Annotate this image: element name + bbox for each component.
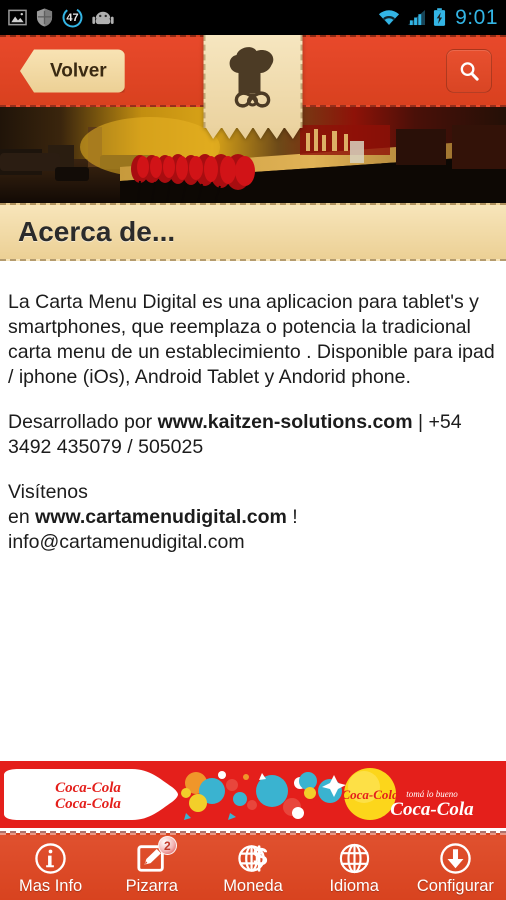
signal-icon: [408, 9, 426, 26]
info-circle-icon: [34, 841, 67, 875]
svg-text:Coca-Cola: Coca-Cola: [55, 780, 121, 796]
coca-cola-ad-banner[interactable]: Coca-Cola Coca-Cola Coca-Cola tomá lo bu…: [0, 761, 506, 828]
image-icon: [8, 9, 27, 26]
nav-label-idioma: Idioma: [329, 877, 379, 895]
globe-icon: [338, 841, 371, 875]
page-title: Acerca de...: [0, 203, 506, 261]
nav-label-moneda: Moneda: [223, 877, 283, 895]
pizarra-badge: 2: [157, 836, 177, 855]
wifi-icon: [379, 10, 400, 25]
app-screen: 47 9:01 Volver Acerca de... La Carta Men…: [0, 0, 506, 900]
product-website-link[interactable]: www.cartamenudigital.com: [35, 506, 287, 528]
visit-us-label: Visítenos: [8, 481, 88, 503]
bottom-navigation: Mas Info 2 Pizarra Moneda Idioma Configu…: [0, 833, 506, 900]
about-paragraph-2: Desarrollado por www.kaitzen-solutions.c…: [8, 410, 500, 460]
edit-square-icon: 2: [136, 836, 177, 875]
clock: 9:01: [455, 5, 498, 29]
back-button-label: Volver: [50, 60, 107, 81]
about-paragraph-1: La Carta Menu Digital es una aplicacion …: [8, 291, 495, 388]
nav-item-mas-info[interactable]: Mas Info: [0, 835, 101, 900]
counter-badge-icon: 47: [62, 7, 83, 28]
nav-item-moneda[interactable]: Moneda: [202, 835, 303, 900]
svg-text:Coca-Cola: Coca-Cola: [390, 799, 474, 820]
svg-text:Coca-Cola: Coca-Cola: [55, 796, 121, 812]
about-paragraph-3: Visítenos en www.cartamenudigital.com ! …: [8, 480, 500, 555]
back-button[interactable]: Volver: [20, 49, 125, 93]
search-button[interactable]: [446, 49, 492, 93]
svg-text:tomá lo bueno: tomá lo bueno: [406, 789, 458, 799]
counter-badge-value: 47: [66, 11, 79, 24]
status-bar-right-icons: 9:01: [378, 6, 498, 30]
developed-by-label: Desarrollado por: [8, 411, 158, 433]
nav-item-idioma[interactable]: Idioma: [304, 835, 405, 900]
globe-dollar-icon: [237, 841, 270, 875]
coca-cola-ad-artwork: Coca-Cola Coca-Cola Coca-Cola tomá lo bu…: [0, 761, 506, 828]
advertisement-banner[interactable]: Coca-Cola Coca-Cola Coca-Cola tomá lo bu…: [0, 755, 506, 833]
battery-charging-icon: [434, 8, 446, 26]
chef-hat-mustache-logo: [229, 47, 273, 108]
nav-item-configurar[interactable]: Configurar: [405, 835, 506, 900]
status-bar: 47 9:01: [0, 0, 506, 35]
visit-prefix: en: [8, 506, 36, 528]
brand-banner: [203, 35, 303, 128]
shield-icon: [36, 8, 53, 27]
about-content: La Carta Menu Digital es una aplicacion …: [0, 262, 506, 745]
page-title-text: Acerca de...: [18, 216, 176, 247]
nav-item-pizarra[interactable]: 2 Pizarra: [101, 835, 202, 900]
search-icon: [460, 61, 479, 81]
status-bar-left-icons: 47: [8, 7, 114, 28]
nav-label-pizarra: Pizarra: [125, 877, 178, 895]
nav-label-configurar: Configurar: [416, 877, 494, 895]
android-icon: [92, 11, 114, 24]
nav-label-mas-info: Mas Info: [18, 877, 83, 895]
developer-website-link[interactable]: www.kaitzen-solutions.com: [158, 411, 413, 433]
download-circle-icon: [439, 841, 472, 875]
